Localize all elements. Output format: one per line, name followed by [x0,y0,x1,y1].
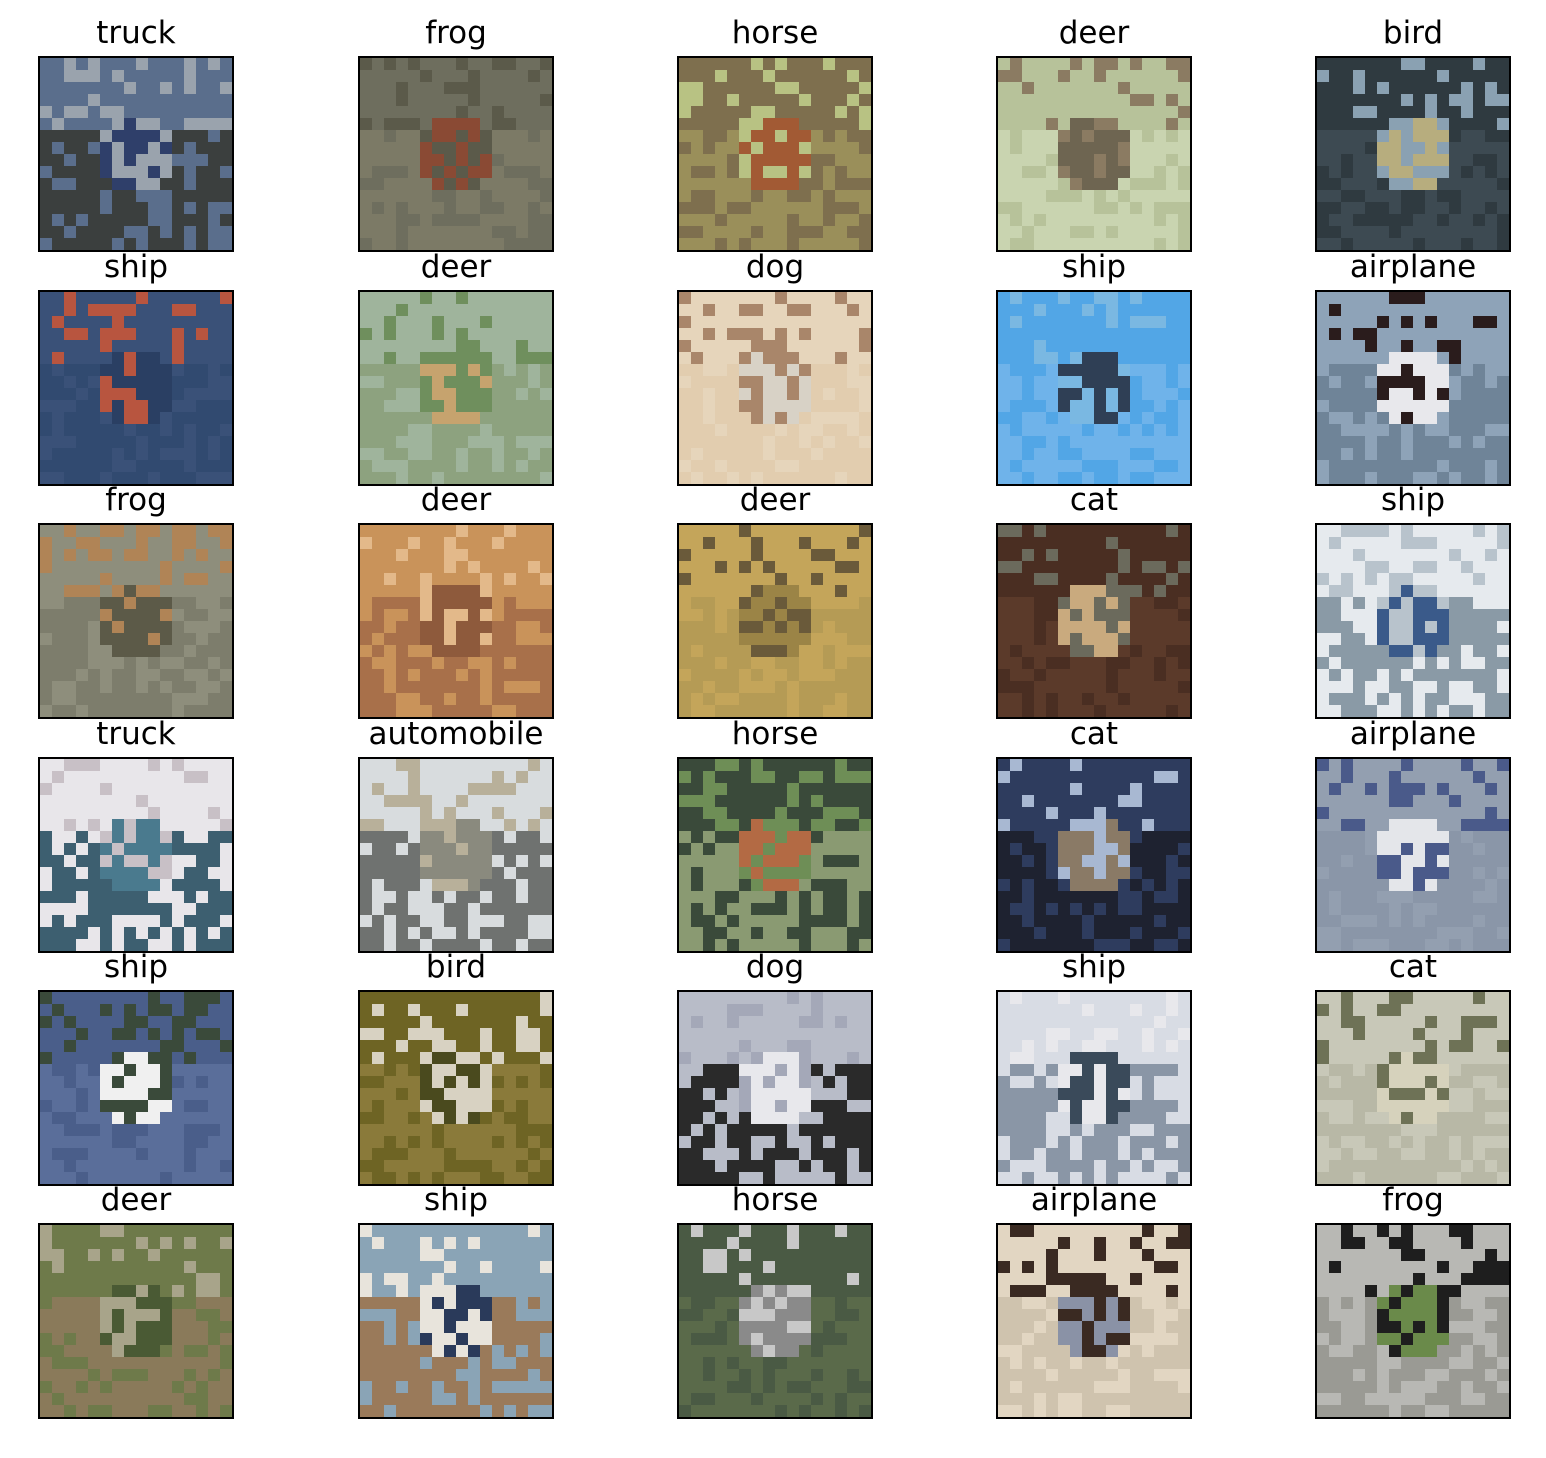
grid-cell: ship [996,244,1192,486]
cell-title: airplane [1030,1182,1158,1218]
cell-image [38,290,234,486]
cell-title: horse [731,1182,819,1218]
cell-image [996,757,1192,953]
cell-image [677,523,873,719]
cell-image [1315,56,1511,252]
cell-image [996,56,1192,252]
cell-image [677,990,873,1186]
cell-title: airplane [1349,249,1477,285]
cell-image [38,757,234,953]
cell-title: cat [1388,949,1438,985]
grid-cell: ship [38,944,234,1186]
cell-image [358,990,554,1186]
grid-cell: airplane [1315,244,1511,486]
grid-cell: deer [677,477,873,719]
grid-cell: deer [358,477,554,719]
cell-image [38,56,234,252]
cell-title: bird [425,949,487,985]
grid-cell: automobile [358,711,554,953]
grid-cell: cat [996,711,1192,953]
grid-cell: cat [996,477,1192,719]
grid-cell: bird [358,944,554,1186]
cell-title: horse [731,15,819,51]
grid-cell: cat [1315,944,1511,1186]
grid-cell: truck [38,10,234,252]
grid-cell: horse [677,711,873,953]
grid-cell: horse [677,1177,873,1419]
cell-image [1315,290,1511,486]
cell-image [677,290,873,486]
cell-title: deer [420,249,492,285]
cell-title: deer [420,482,492,518]
cell-image [996,523,1192,719]
grid-cell: deer [996,10,1192,252]
cell-title: cat [1069,716,1119,752]
grid-cell: ship [996,944,1192,1186]
cell-title: truck [96,716,176,752]
cell-title: cat [1069,482,1119,518]
grid-cell: ship [1315,477,1511,719]
grid-cell: airplane [1315,711,1511,953]
cell-title: frog [105,482,167,518]
cell-title: ship [103,949,169,985]
grid-cell: airplane [996,1177,1192,1419]
cell-image [1315,523,1511,719]
cell-image [1315,757,1511,953]
grid-cell: ship [38,244,234,486]
cell-title: dog [745,949,805,985]
cell-title: airplane [1349,716,1477,752]
grid-cell: ship [358,1177,554,1419]
cell-title: ship [1380,482,1446,518]
cell-image [358,56,554,252]
cell-title: ship [423,1182,489,1218]
cell-image [996,290,1192,486]
cell-image [38,523,234,719]
cell-title: automobile [368,716,544,752]
cell-image [38,990,234,1186]
grid-cell: dog [677,944,873,1186]
cell-image [358,757,554,953]
cell-title: dog [745,249,805,285]
image-grid-figure: truck frog horse deer bird ship deer dog ship air… [0,0,1546,1458]
cell-title: deer [739,482,811,518]
cell-image [677,1223,873,1419]
grid-cell: dog [677,244,873,486]
cell-image [996,990,1192,1186]
grid-cell: bird [1315,10,1511,252]
cell-image [358,1223,554,1419]
cell-image [358,290,554,486]
grid-cell: deer [358,244,554,486]
cell-title: ship [1061,949,1127,985]
cell-image [1315,990,1511,1186]
cell-title: deer [100,1182,172,1218]
cell-image [38,1223,234,1419]
cell-title: frog [1382,1182,1444,1218]
cell-title: truck [96,15,176,51]
cell-image [1315,1223,1511,1419]
cell-title: ship [1061,249,1127,285]
cell-title: horse [731,716,819,752]
cell-image [358,523,554,719]
cell-title: deer [1058,15,1130,51]
grid-cell: truck [38,711,234,953]
grid-cell: frog [38,477,234,719]
cell-image [677,757,873,953]
grid-cell: horse [677,10,873,252]
cell-image [996,1223,1192,1419]
grid-cell: frog [358,10,554,252]
cell-title: ship [103,249,169,285]
cell-image [677,56,873,252]
cell-title: frog [425,15,487,51]
cell-title: bird [1382,15,1444,51]
grid-cell: deer [38,1177,234,1419]
grid-cell: frog [1315,1177,1511,1419]
